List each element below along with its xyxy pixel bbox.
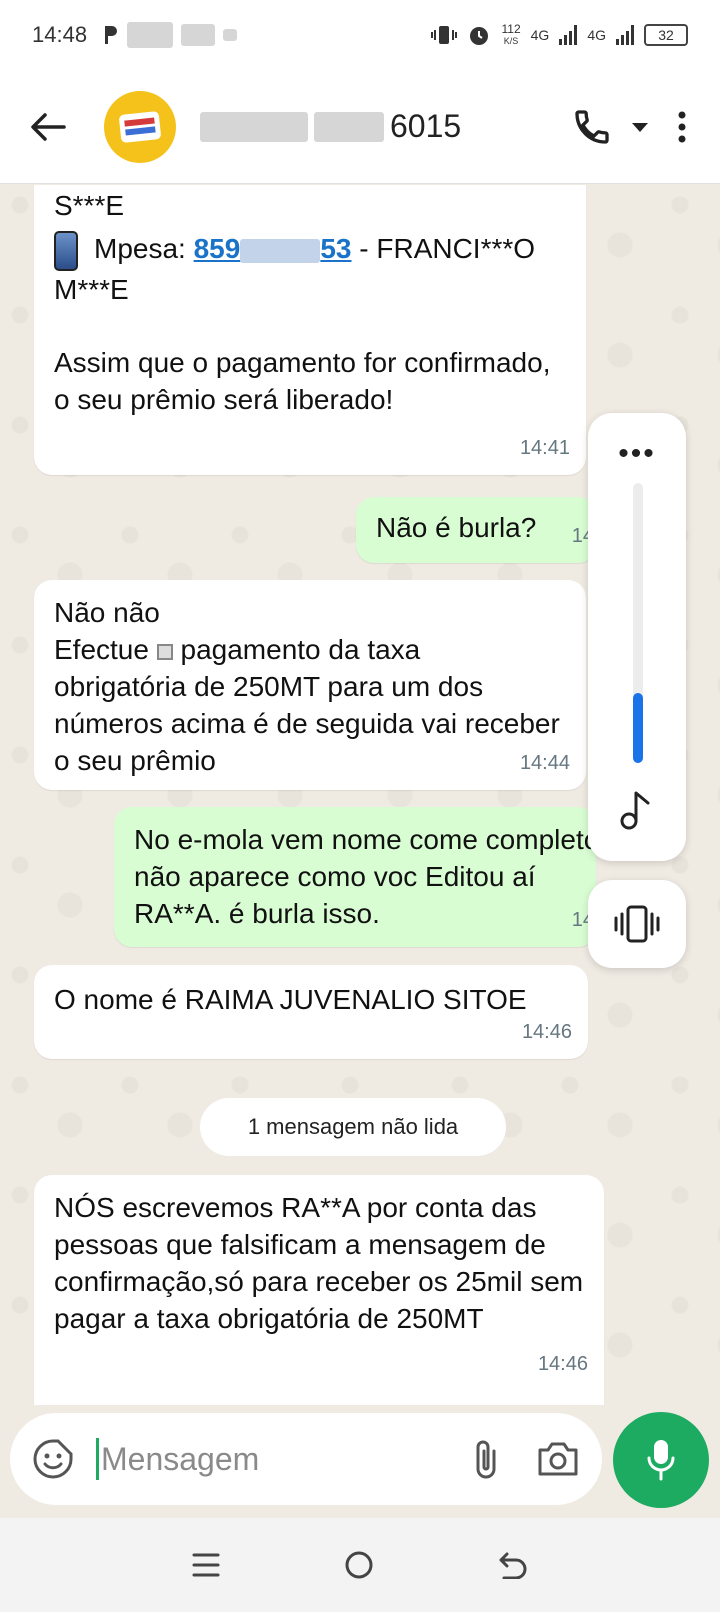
call-dropdown[interactable] [618,97,662,157]
contact-name-mask [200,111,308,142]
message-timestamp: 14:44 [519,752,570,774]
message-text: obrigatória de 250MT para um dos números… [54,671,560,776]
status-right: 112 K/S 4G 4G 32 [431,23,688,47]
message-timestamp: 14:46 [537,1353,588,1375]
network-type-1: 4G [530,27,550,43]
message-text: No e-mola vem nome come completo não apa… [134,824,600,929]
message-text: Não é burla? [376,512,537,543]
microphone-icon [647,1440,675,1481]
media-volume-button[interactable] [588,787,686,831]
message-outgoing[interactable]: Não é burla? 14 [356,497,596,563]
vibrate-icon [431,26,458,44]
volume-panel[interactable]: ••• [588,413,686,861]
unread-messages-divider: 1 mensagem não lida [200,1098,506,1156]
contact-name-mask-2 [314,111,384,142]
chat-header: 6015 [0,70,720,184]
message-paragraph: Assim que o pagamento for confirmado, o … [54,346,551,415]
arrow-left-icon [31,112,66,141]
blurred-notification-icons [127,22,174,48]
mpesa-name: - FRANCI***O [351,233,536,264]
call-button[interactable] [566,97,618,157]
phone-number-mask [240,238,321,263]
message-incoming[interactable]: O nome é RAIMA JUVENALIO SITOE 14:46 [34,965,588,1059]
net-speed-value: 112 [501,22,521,36]
blurred-notification-icons-2 [181,24,216,46]
paperclip-icon [476,1440,496,1479]
menu-icon [192,1553,220,1577]
composer-tools [472,1437,580,1481]
message-line: Não não [54,597,160,628]
message-line: Efectue pagamento da taxa [54,631,566,668]
sticker-button[interactable] [32,1438,74,1480]
avatar-logo [119,110,161,143]
message-input[interactable]: Mensagem [101,1441,259,1478]
recents-button[interactable] [192,1552,220,1578]
message-composer: Mensagem [10,1413,602,1505]
camera-button[interactable] [536,1440,580,1478]
volume-more-button[interactable]: ••• [588,437,686,471]
network-type-2: 4G [587,27,606,43]
message-text: O nome é RAIMA JUVENALIO SITOE [54,984,527,1015]
camera-icon [538,1442,578,1476]
signal-icon [559,25,578,45]
parking-app-icon [105,26,118,44]
net-speed-unit: K/S [503,36,519,46]
mobile-phone-icon [54,230,78,271]
mpesa-line: Mpesa: 859 53 - FRANCI***O [54,230,566,271]
unknown-glyph-icon [156,643,173,660]
blurred-notification-icons-3 [223,29,238,41]
net-speed: 112 K/S [501,23,520,47]
battery-icon: 32 [644,24,688,46]
status-bar: 14:48 112 K/S 4G 4G 32 [0,0,720,70]
home-circle-icon [345,1551,373,1579]
message-text-part: Efectue [54,634,149,665]
phone-number-link[interactable]: 859 53 [194,233,352,264]
voice-message-button[interactable] [613,1412,709,1508]
message-timestamp: 14:41 [519,437,570,459]
attach-button[interactable] [472,1437,500,1481]
more-options-button[interactable] [662,97,702,157]
ring-mode-button[interactable] [588,880,686,968]
alarm-icon [470,27,489,45]
back-nav-button[interactable] [498,1551,528,1579]
message-outgoing[interactable]: No e-mola vem nome come completo não apa… [114,807,599,947]
system-nav-bar [0,1518,720,1612]
volume-slider[interactable] [633,483,643,763]
message-timestamp: 14:46 [521,1021,572,1043]
message-incoming[interactable]: S***E Mpesa: 859 53 - FRANCI***O M***E As… [34,185,586,475]
music-note-icon [620,791,650,830]
phone-icon [575,109,609,144]
message-line: S***E [54,190,125,221]
mpesa-label: Mpesa: [94,233,186,264]
phone-number-end: 53 [320,233,352,264]
caret-down-icon [632,122,648,132]
message-text: NÓS escrevemos RA**A por conta das pesso… [54,1192,584,1334]
more-vertical-icon [678,111,686,142]
message-incoming[interactable]: NÓS escrevemos RA**A por conta das pesso… [34,1175,604,1405]
back-arrow-icon [499,1552,527,1579]
notification-icons [103,22,238,48]
message-incoming[interactable]: Não não Efectue pagamento da taxa obriga… [34,580,586,790]
contact-avatar[interactable] [104,90,176,163]
phone-number-start: 859 [193,233,241,264]
message-line: M***E [54,273,129,305]
header-actions [566,97,702,157]
contact-number-suffix: 6015 [390,108,462,144]
vibrate-mode-icon [614,905,660,943]
message-text-part: pagamento da taxa [180,634,421,665]
text-cursor [96,1438,99,1480]
status-time: 14:48 [32,22,88,47]
back-button[interactable] [8,87,88,167]
sticker-icon [33,1439,73,1479]
volume-level [633,693,643,763]
contact-name[interactable]: 6015 [200,108,461,145]
signal-icon-2 [616,25,634,45]
home-button[interactable] [344,1550,374,1580]
